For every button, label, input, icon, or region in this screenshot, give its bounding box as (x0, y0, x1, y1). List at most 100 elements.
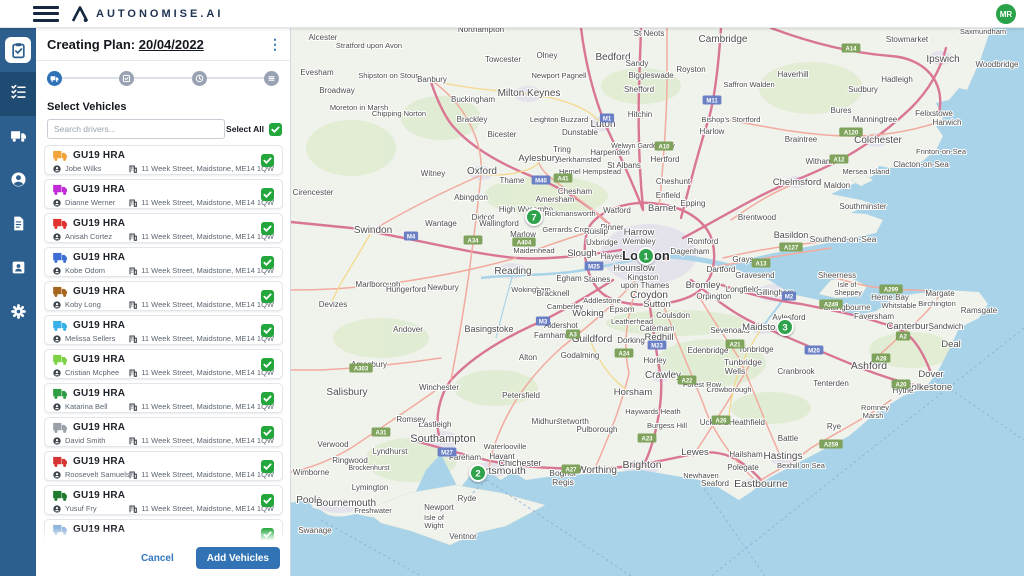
driver-name: Anisah Cortez (65, 232, 113, 241)
vehicle-card[interactable]: GU19 HRA Kobe Odom 11 Week Street, Maids… (44, 247, 283, 277)
road-shield: A34 (463, 235, 483, 245)
sidebar-item-drivers[interactable] (0, 160, 36, 204)
road-shield: A41 (553, 173, 573, 183)
map-label: Basingstoke (464, 324, 513, 334)
vehicle-checkbox[interactable] (261, 460, 274, 473)
map-label: Andover (393, 325, 423, 334)
map-label: Pulborough (577, 425, 618, 434)
cancel-button[interactable]: Cancel (135, 552, 180, 565)
map-marker-3[interactable]: 3 (776, 318, 794, 336)
panel-header: Creating Plan: 20/04/2022 ⋮ (36, 28, 290, 61)
road-shield: A28 (871, 353, 891, 363)
vehicle-card[interactable]: GU19 HRA Jobe Wilks 11 Week Street, Maid… (44, 145, 283, 175)
step-schedule[interactable] (191, 70, 207, 86)
map-label: Evesham (300, 68, 334, 77)
svg-text:A127: A127 (784, 245, 799, 251)
map-label: Waterlooville (484, 442, 527, 451)
map-marker-7[interactable]: 7 (525, 208, 543, 226)
map-label: Sandwich (929, 322, 964, 331)
hamburger-menu-icon[interactable] (33, 5, 59, 22)
driver-icon (53, 504, 61, 513)
svg-text:A299: A299 (884, 287, 899, 293)
driver-name: David Smith (65, 436, 106, 445)
map-label: Deal (941, 339, 961, 350)
avatar[interactable]: MR (996, 4, 1016, 24)
road-shield: A13 (751, 258, 771, 268)
vehicle-card[interactable]: GU19 HRA David Smith 11 Week Street, Mai… (44, 417, 283, 447)
vehicle-card[interactable]: GU19 HRA Yusuf Fry 11 Week Street, Maids… (44, 485, 283, 515)
vehicle-registration: GU19 HRA (73, 184, 126, 195)
map-canvas[interactable]: Northampton St Neots Towcester Olney Bedford… (291, 28, 1024, 576)
vehicle-registration: GU19 HRA (73, 490, 126, 501)
depot-address: 11 Week Street, Maidstone, ME14 1QW (141, 436, 274, 445)
search-input[interactable] (47, 119, 225, 139)
sidebar-item-contacts[interactable] (0, 248, 36, 292)
vehicle-checkbox[interactable] (261, 426, 274, 439)
vehicle-truck-icon (53, 354, 67, 365)
vehicle-registration: GU19 HRA (73, 354, 126, 365)
vehicle-card[interactable]: GU19 HRA Anisah Cortez 11 Week Street, M… (44, 213, 283, 243)
depot-icon (129, 334, 138, 343)
page-title: Creating Plan: 20/04/2022 (47, 36, 204, 52)
driver-icon (53, 470, 61, 479)
add-vehicles-button[interactable]: Add Vehicles (195, 547, 280, 569)
vehicle-registration: GU19 HRA (73, 388, 126, 399)
sidebar-item-orders[interactable] (0, 204, 36, 248)
depot-icon (129, 504, 138, 513)
vehicle-card[interactable]: GU19 HRA Koby Long 11 Week Street, Maids… (44, 281, 283, 311)
map-label: Verwood (317, 440, 348, 449)
driver-icon (53, 334, 61, 343)
driver-icon (53, 368, 61, 377)
vehicle-checkbox[interactable] (261, 392, 274, 405)
map-label: Crawley (645, 370, 681, 381)
vehicle-checkbox[interactable] (261, 324, 274, 337)
map-marker-1[interactable]: 1 (637, 247, 655, 265)
sidebar-item-settings[interactable] (0, 292, 36, 336)
kebab-menu-icon[interactable]: ⋮ (268, 37, 282, 51)
map-label: Dagenham (670, 247, 709, 256)
step-orders[interactable] (119, 70, 135, 86)
road-shield: A27 (561, 464, 581, 474)
driver-name: Cristian Mcphee (65, 368, 120, 377)
vehicle-card[interactable]: GU19 HRA Cristian Mcphee 11 Week Street,… (44, 349, 283, 379)
sidebar-item-fleet[interactable] (0, 116, 36, 160)
map-label: Reading (494, 266, 531, 277)
vehicle-checkbox[interactable] (261, 222, 274, 235)
brand-logo: AUTONOMISE.AI (71, 5, 223, 22)
map-label: Croydon (630, 290, 668, 301)
vehicle-card[interactable]: GU19 HRA Roosevelt Samuels 11 Week Stree… (44, 451, 283, 481)
map-label: Cambridge (699, 34, 748, 45)
vehicle-truck-icon (53, 184, 67, 195)
vehicle-checkbox[interactable] (261, 290, 274, 303)
road-shield: A23 (637, 433, 657, 443)
depot-icon (129, 232, 138, 241)
vehicle-checkbox[interactable] (261, 256, 274, 269)
vehicle-checkbox[interactable] (261, 154, 274, 167)
map-marker-2[interactable]: 2 (469, 464, 487, 482)
vehicle-checkbox[interactable] (261, 358, 274, 371)
map-svg[interactable]: Northampton St NeotsTowcester Olney Bedford… (291, 28, 1024, 576)
svg-text:M2: M2 (785, 294, 794, 300)
svg-text:A249: A249 (824, 302, 839, 308)
vehicle-card[interactable]: GU19 HRA Dianne Werner 11 Week Street, M… (44, 179, 283, 209)
step-summary[interactable] (263, 70, 279, 86)
step-vehicles[interactable] (47, 70, 62, 86)
select-all-checkbox[interactable] (269, 122, 282, 136)
svg-text:M4: M4 (407, 234, 416, 240)
vehicle-card[interactable]: GU19 HRA Katarina Bell 11 Week Street, M… (44, 383, 283, 413)
map-label: Godalming (561, 351, 600, 360)
map-label: Oxford (467, 166, 497, 177)
gear-icon (10, 303, 27, 325)
map-label: Marsh (863, 411, 884, 420)
depot-address: 11 Week Street, Maidstone, ME14 1QW (141, 504, 274, 513)
map-label: Wembley (622, 237, 655, 246)
map-label: Bromley (686, 280, 721, 291)
vehicle-card[interactable]: GU19 HRA Melissa Sellers 11 Week Street,… (44, 315, 283, 345)
map-label: Cheshunt (656, 177, 691, 186)
sidebar-item-planner[interactable] (0, 72, 36, 116)
map-label: Haverhill (777, 70, 808, 79)
vehicle-checkbox[interactable] (261, 188, 274, 201)
map-label: Canterbury (887, 321, 934, 332)
vehicle-checkbox[interactable] (261, 494, 274, 507)
sidebar-item-plans[interactable] (0, 28, 36, 72)
